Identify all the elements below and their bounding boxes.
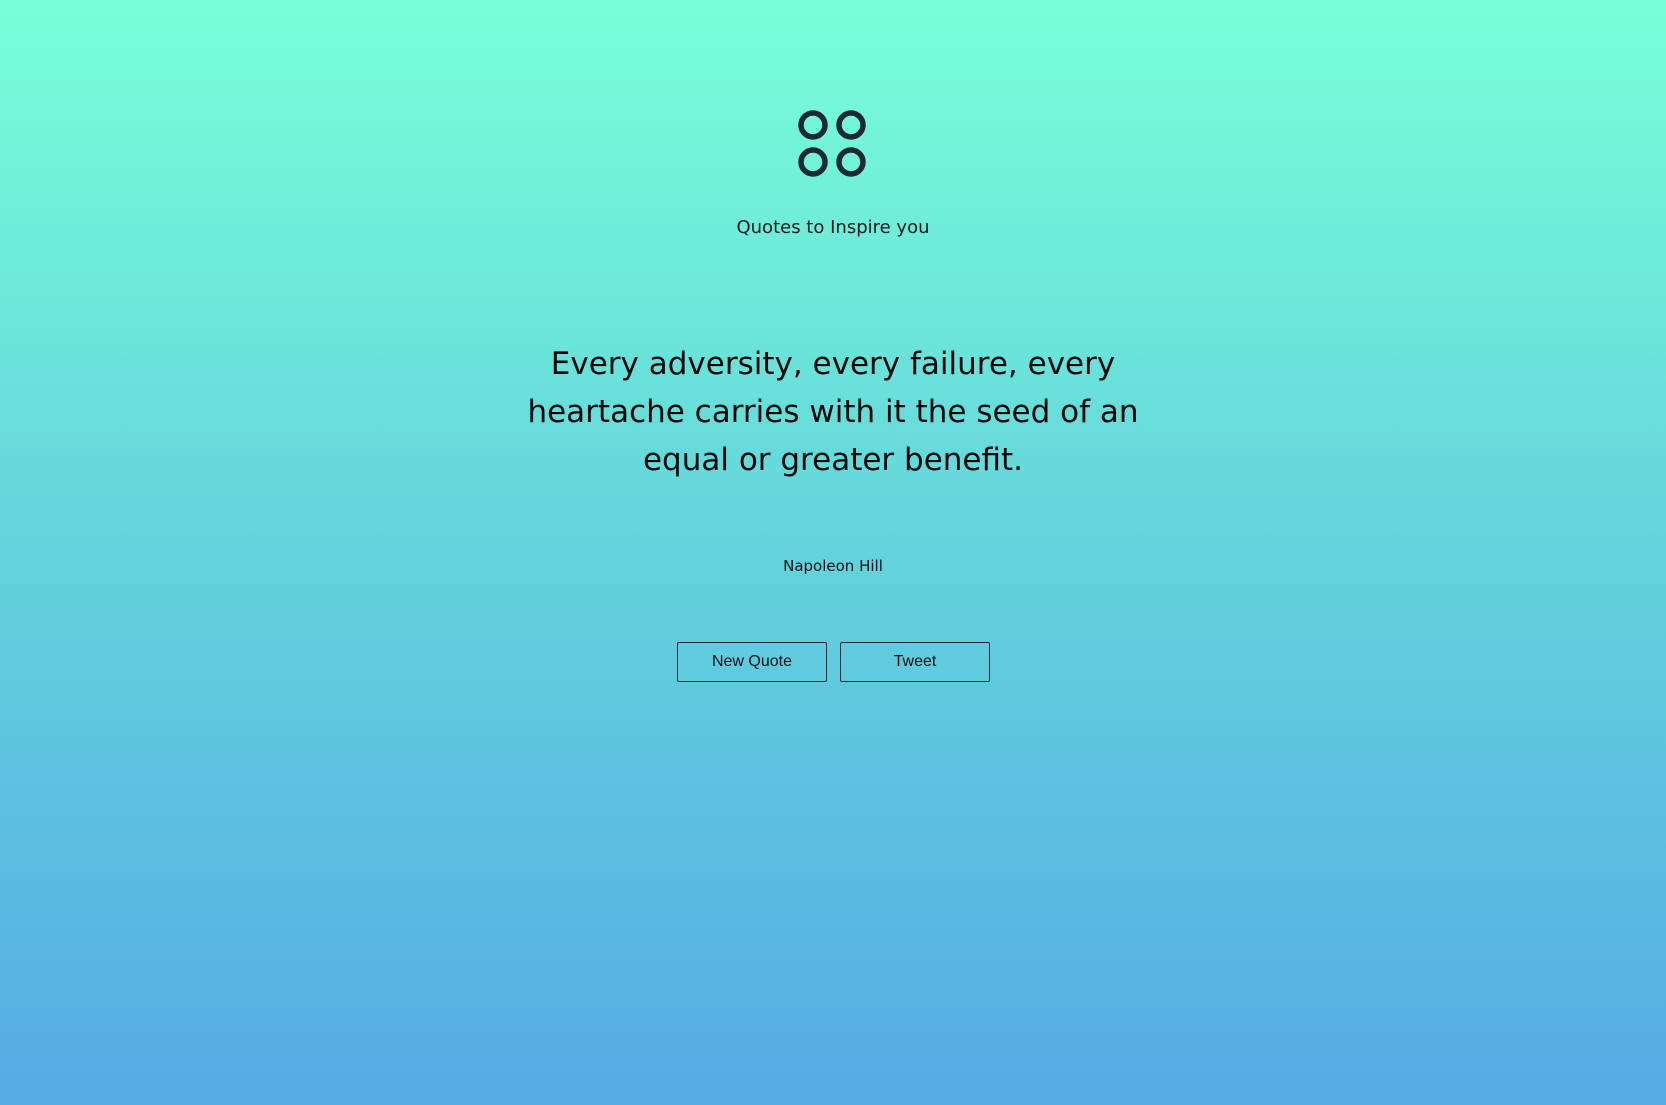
quote-author: Napoleon Hill (783, 557, 883, 575)
tweet-button[interactable]: Tweet (840, 642, 990, 682)
action-buttons: New Quote Tweet (677, 642, 990, 682)
quote-text: Every adversity, every failure, every he… (527, 346, 1139, 478)
four-circles-icon (797, 108, 869, 180)
page-tagline: Quotes to Inspire you (736, 217, 930, 238)
quote-page: Quotes to Inspire you Every adversity, e… (0, 0, 1666, 1105)
new-quote-button[interactable]: New Quote (677, 642, 827, 682)
